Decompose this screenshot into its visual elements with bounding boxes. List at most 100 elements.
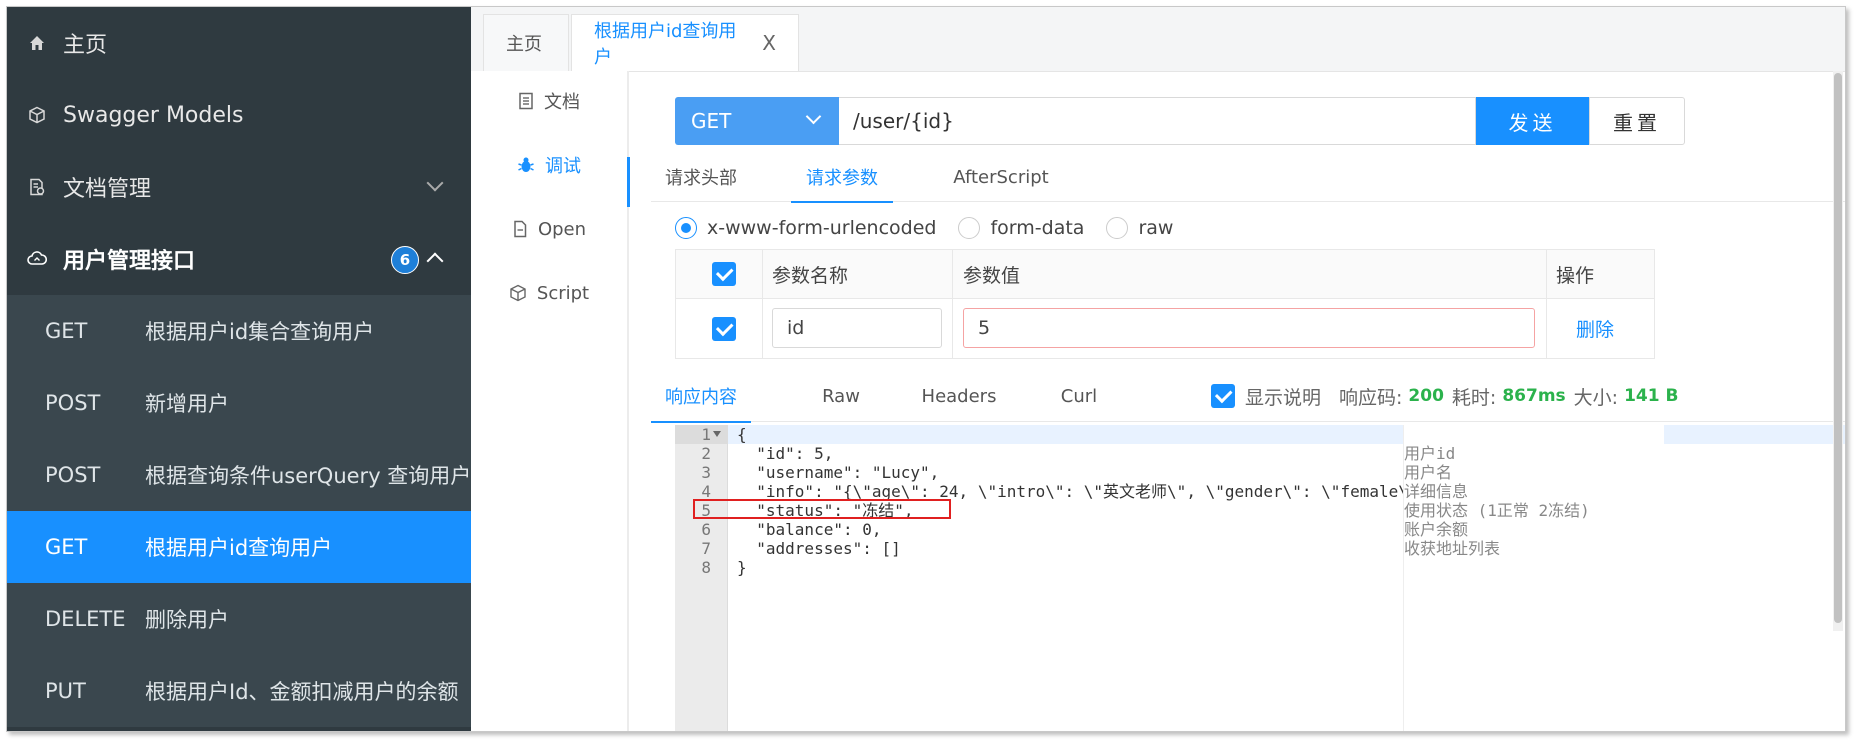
tab-response-content[interactable]: 响应内容 xyxy=(651,371,751,423)
show-desc-label: 显示说明 xyxy=(1245,386,1322,409)
row-checkbox[interactable] xyxy=(712,317,736,341)
sidebar-api-item[interactable]: PUT 根据用户Id、金额扣减用户的余额 xyxy=(7,655,471,727)
radio-formdata[interactable] xyxy=(958,217,981,239)
cloud-icon xyxy=(27,249,47,269)
param-name-input[interactable]: id xyxy=(772,308,942,348)
debug-panel: GET /user/{id} 发送 重置 请求头部 请求参数 AfterScri… xyxy=(629,71,1845,731)
api-method: POST xyxy=(45,391,101,415)
code-line: "addresses": [] xyxy=(737,539,901,558)
api-method: GET xyxy=(45,319,88,343)
code-line: "username": "Lucy", xyxy=(737,463,940,482)
sidebar: 主页 Swagger Models 文档管理 用户管理接口 6 GET 根据用户… xyxy=(7,7,471,731)
tab-request-params[interactable]: 请求参数 xyxy=(791,153,893,203)
tab-label: 根据用户id查询用户 xyxy=(594,21,737,68)
api-label: 根据用户Id、金额扣减用户的余额 xyxy=(145,680,459,704)
vnav-open[interactable]: Open xyxy=(471,209,627,249)
select-all-checkbox[interactable] xyxy=(712,262,736,286)
delete-link[interactable]: 删除 xyxy=(1576,308,1614,348)
app-window: 主页 Swagger Models 文档管理 用户管理接口 6 GET 根据用户… xyxy=(6,6,1846,732)
line-number: 8 xyxy=(701,558,711,577)
api-label: 删除用户 xyxy=(145,608,229,632)
status-code-label: 响应码: xyxy=(1339,386,1403,409)
field-description: 使用状态 (1正常 2冻结) xyxy=(1404,501,1590,520)
sidebar-api-item[interactable]: DELETE 删除用户 xyxy=(7,583,471,655)
tab-response-curl[interactable]: Curl xyxy=(1039,371,1119,421)
params-table: 参数名称 参数值 操作 id 5 删除 xyxy=(675,249,1655,359)
sidebar-api-item[interactable]: GET 根据用户id集合查询用户 xyxy=(7,295,471,367)
highlight-box xyxy=(693,499,951,519)
vnav-script[interactable]: Script xyxy=(471,273,627,313)
sidebar-item-docs[interactable]: 文档管理 xyxy=(7,151,471,223)
show-desc-checkbox[interactable] xyxy=(1211,384,1235,408)
scrollbar-thumb[interactable] xyxy=(1834,73,1842,623)
response-tabs: 响应内容 Raw Headers Curl 显示说明 响应码: 200 耗时: … xyxy=(651,371,1845,423)
method-select[interactable]: GET xyxy=(675,97,839,145)
file-icon xyxy=(512,220,528,238)
tab-current-api[interactable]: 根据用户id查询用户 X xyxy=(571,14,799,71)
sidebar-item-home[interactable]: 主页 xyxy=(7,7,471,79)
code-line: "balance": 0, xyxy=(737,520,882,539)
col-divider xyxy=(952,250,953,358)
radio-label: form-data xyxy=(990,217,1085,239)
count-badge: 6 xyxy=(391,246,419,274)
tab-label: 主页 xyxy=(506,34,542,55)
tab-bar: 主页 根据用户id查询用户 X xyxy=(471,7,1845,72)
sidebar-item-label: Swagger Models xyxy=(63,102,244,128)
vnav-label: 调试 xyxy=(545,156,581,177)
fold-arrow-icon[interactable] xyxy=(713,431,721,437)
sidebar-item-user-api[interactable]: 用户管理接口 6 xyxy=(7,223,471,295)
api-label: 根据用户id查询用户 xyxy=(145,536,333,560)
chevron-down-icon xyxy=(805,108,822,125)
cube-icon xyxy=(509,284,527,302)
line-number: 1 xyxy=(701,425,711,444)
radio-raw[interactable] xyxy=(1106,217,1129,239)
sidebar-api-item[interactable]: POST 根据查询条件userQuery 查询用户列 xyxy=(7,439,471,511)
line-number: 7 xyxy=(701,539,711,558)
field-description: 用户名 xyxy=(1404,463,1453,482)
api-label: 根据查询条件userQuery 查询用户列 xyxy=(145,464,471,488)
code-line: } xyxy=(737,558,747,577)
vnav-debug[interactable]: 调试 xyxy=(471,145,627,185)
cube-icon xyxy=(27,105,47,125)
sidebar-api-item-selected[interactable]: GET 根据用户id查询用户 xyxy=(7,511,471,583)
field-descriptions: 用户id 用户名 详细信息 使用状态 (1正常 2冻结) 账户余额 收获地址列表 xyxy=(1403,425,1664,731)
document-icon xyxy=(518,92,534,110)
url-input[interactable]: /user/{id} xyxy=(839,97,1476,145)
reset-button[interactable]: 重置 xyxy=(1589,97,1685,145)
sidebar-item-label: 文档管理 xyxy=(63,177,152,202)
response-editor[interactable]: 1 2 3 4 5 6 7 8 { "id": 5, "username": "… xyxy=(675,425,1845,731)
line-number: 3 xyxy=(701,463,711,482)
radio-label: raw xyxy=(1138,217,1174,239)
tab-request-headers[interactable]: 请求头部 xyxy=(651,153,751,201)
sidebar-item-label: 用户管理接口 xyxy=(63,249,196,274)
col-header-value: 参数值 xyxy=(963,264,1021,287)
time-value: 867ms xyxy=(1502,386,1566,406)
col-header-op: 操作 xyxy=(1556,264,1595,287)
vnav-label: 文档 xyxy=(544,92,580,113)
sidebar-api-item[interactable]: POST 新增用户 xyxy=(7,367,471,439)
tab-response-headers[interactable]: Headers xyxy=(909,371,1009,421)
tab-after-script[interactable]: AfterScript xyxy=(941,153,1061,201)
method-value: GET xyxy=(691,109,732,133)
close-icon[interactable]: X xyxy=(762,31,776,55)
code-line: "id": 5, xyxy=(737,444,834,463)
sidebar-item-models[interactable]: Swagger Models xyxy=(7,79,471,151)
chevron-up-icon xyxy=(426,252,444,270)
api-method: DELETE xyxy=(45,607,126,631)
param-value-input[interactable]: 5 xyxy=(963,308,1535,348)
field-description: 收获地址列表 xyxy=(1404,539,1501,558)
vnav-doc[interactable]: 文档 xyxy=(471,81,627,121)
radio-urlencoded[interactable] xyxy=(675,217,697,239)
sidebar-item-label: 主页 xyxy=(63,33,108,58)
radio-label: x-www-form-urlencoded xyxy=(707,217,937,239)
tab-home[interactable]: 主页 xyxy=(483,14,569,71)
size-label: 大小: xyxy=(1573,386,1619,409)
document-gear-icon xyxy=(27,177,47,197)
scrollbar[interactable] xyxy=(1833,71,1843,631)
send-button[interactable]: 发送 xyxy=(1476,97,1589,145)
chevron-down-icon xyxy=(426,174,444,192)
col-divider xyxy=(762,250,763,358)
status-code: 200 xyxy=(1408,386,1444,406)
tab-response-raw[interactable]: Raw xyxy=(801,371,881,421)
api-method: POST xyxy=(45,463,101,487)
